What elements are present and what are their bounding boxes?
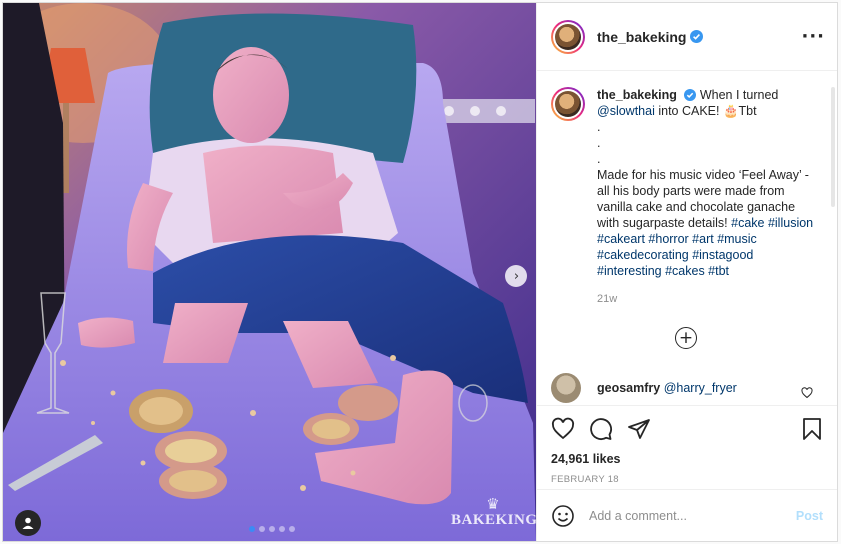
- crown-icon: ♛: [486, 495, 500, 513]
- more-options-icon[interactable]: ···: [801, 27, 825, 46]
- chevron-right-icon: ›: [513, 268, 520, 284]
- like-comment-heart-icon[interactable]: [801, 387, 813, 399]
- caption-username[interactable]: the_bakeking: [597, 88, 677, 102]
- caption-mention-link[interactable]: @slowthai: [597, 104, 655, 118]
- paper-plane-icon: [628, 419, 650, 439]
- post-image: [3, 3, 536, 541]
- post-date[interactable]: FEBRUARY 18: [551, 474, 823, 485]
- caption-dot-3: .: [597, 152, 601, 166]
- plus-circle-icon: +: [678, 327, 694, 348]
- bookmark-icon: [803, 418, 821, 440]
- caption-text-rest: into CAKE! 🎂Tbt: [658, 104, 757, 118]
- like-button[interactable]: [551, 417, 575, 441]
- heart-icon: [551, 417, 575, 440]
- post-caption: the_bakeking When I turned @slowthai int…: [551, 87, 821, 307]
- load-more-comments-button[interactable]: +: [675, 327, 697, 349]
- post-actions: 24,961 likes FEBRUARY 18: [537, 405, 837, 489]
- comment-item: geosamfry @harry_fryer: [551, 373, 821, 403]
- author-username[interactable]: the_bakeking: [597, 29, 686, 45]
- add-comment-bar: Post: [537, 489, 837, 541]
- user-icon: [22, 517, 34, 529]
- carousel-dot: [249, 526, 255, 532]
- comment-icon: [590, 418, 612, 440]
- comment-button[interactable]: [589, 417, 613, 441]
- carousel-indicator: [249, 526, 295, 532]
- likes-count[interactable]: 24,961 likes: [551, 452, 823, 466]
- caption-dot-1: .: [597, 120, 601, 134]
- comment-mention-link[interactable]: @harry_fryer: [664, 381, 737, 395]
- verified-badge-icon: [690, 30, 704, 43]
- caption-timestamp[interactable]: 21w: [597, 291, 819, 307]
- caption-author-avatar[interactable]: [551, 87, 585, 121]
- save-button[interactable]: [801, 417, 823, 441]
- comment-input[interactable]: [589, 508, 796, 523]
- carousel-dot: [289, 526, 295, 532]
- comments-section[interactable]: the_bakeking When I turned @slowthai int…: [537, 71, 837, 405]
- post-header: the_bakeking ···: [537, 3, 837, 71]
- carousel-dot: [279, 526, 285, 532]
- watermark: ♛ BAKEKING: [451, 495, 536, 529]
- post-details-panel: the_bakeking ··· the_bakeking When I tur…: [536, 3, 837, 541]
- carousel-dot: [269, 526, 275, 532]
- caption-text-intro: When I turned: [699, 88, 779, 102]
- post-photo[interactable]: › ♛ BAKEKING: [3, 3, 536, 541]
- share-button[interactable]: [627, 417, 651, 441]
- carousel-next-button[interactable]: ›: [505, 265, 527, 287]
- instagram-post: › ♛ BAKEKING the_bakeking ··· the_bakeki…: [2, 2, 838, 542]
- commenter-username[interactable]: geosamfry: [597, 381, 660, 395]
- watermark-text: BAKEKING: [451, 512, 536, 528]
- emoji-icon[interactable]: [551, 504, 575, 528]
- author-avatar[interactable]: [551, 19, 585, 54]
- post-comment-button[interactable]: Post: [796, 509, 823, 523]
- tagged-users-button[interactable]: [15, 510, 41, 536]
- comments-scrollbar[interactable]: [831, 87, 835, 207]
- verified-badge-icon: [684, 89, 697, 101]
- action-icons: [551, 414, 823, 444]
- commenter-avatar[interactable]: [551, 373, 581, 403]
- carousel-dot: [259, 526, 265, 532]
- caption-dot-2: .: [597, 136, 601, 150]
